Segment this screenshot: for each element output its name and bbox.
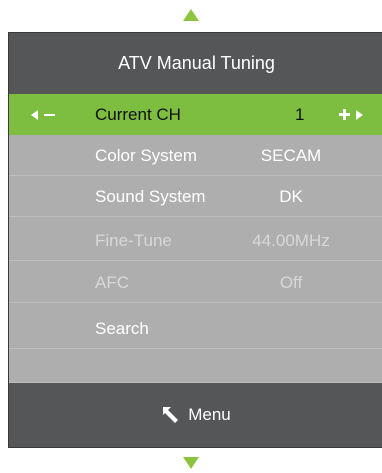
right-arrow-icon[interactable]: [356, 109, 363, 120]
back-icon[interactable]: [162, 406, 180, 424]
afc-label: AFC: [95, 273, 129, 292]
left-arrow-icon[interactable]: [31, 109, 38, 120]
search-row[interactable]: Search: [9, 308, 382, 349]
menu-label[interactable]: Menu: [188, 405, 231, 425]
scroll-down-icon[interactable]: [183, 457, 199, 469]
search-label: Search: [95, 319, 149, 338]
atv-manual-tuning-panel: ATV Manual Tuning Current CH 1 Color Sys…: [8, 32, 382, 448]
sound-system-row[interactable]: Sound System DK: [9, 176, 382, 217]
empty-row: [9, 349, 382, 383]
fine-tune-label: Fine-Tune: [95, 231, 172, 250]
decrease-controls[interactable]: [31, 94, 55, 135]
afc-value: Off: [279, 273, 303, 292]
sound-system-label: Sound System: [95, 187, 206, 206]
current-channel-row[interactable]: Current CH 1: [9, 94, 382, 135]
scroll-up-icon[interactable]: [183, 9, 199, 21]
sound-system-value: DK: [279, 187, 303, 206]
fine-tune-row[interactable]: Fine-Tune 44.00MHz: [9, 220, 382, 261]
minus-icon[interactable]: [44, 113, 55, 116]
footer-bar: Menu: [9, 383, 382, 447]
current-channel-value: 1: [295, 105, 305, 124]
color-system-row[interactable]: Color System SECAM: [9, 135, 382, 176]
plus-icon[interactable]: [339, 109, 350, 120]
title-bar: ATV Manual Tuning: [9, 33, 382, 94]
fine-tune-value: 44.00MHz: [252, 231, 330, 250]
color-system-label: Color System: [95, 146, 198, 165]
increase-controls[interactable]: [339, 94, 363, 135]
current-channel-label: Current CH: [95, 105, 181, 124]
panel-title: ATV Manual Tuning: [118, 53, 275, 73]
color-system-value: SECAM: [260, 146, 322, 165]
afc-row[interactable]: AFC Off: [9, 262, 382, 303]
